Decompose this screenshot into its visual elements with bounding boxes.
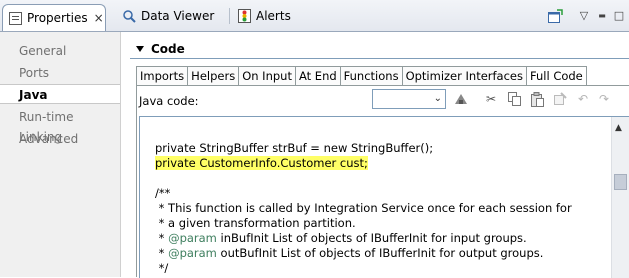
code-tab-strip: Imports Helpers On Input At End Function… <box>136 66 587 87</box>
nav-item-java[interactable]: Java <box>0 84 120 104</box>
tab-on-input[interactable]: On Input <box>238 66 295 86</box>
tab-data-viewer[interactable]: Data Viewer <box>116 4 214 28</box>
properties-nav: General Ports Java Run-time Linking Adva… <box>0 32 121 277</box>
code-dropdown[interactable]: ⌄ <box>372 89 446 109</box>
maximize-icon[interactable]: □ <box>611 8 627 23</box>
highlighted-code: private CustomerInfo.Customer cust; <box>155 156 368 170</box>
code-line-prefix: * <box>155 246 169 260</box>
code-line: * @param inBufInit List of objects of IB… <box>155 231 572 246</box>
tab-separator <box>229 8 230 24</box>
code-line: private StringBuffer strBuf = new String… <box>155 141 572 156</box>
nav-item-run-time-linking[interactable]: Run-time Linking <box>0 107 120 144</box>
cut-icon[interactable]: ✂ <box>483 91 499 107</box>
minimize-icon[interactable]: ▬ <box>594 8 610 23</box>
code-line-text: private StringBuffer strBuf = new String… <box>155 141 434 155</box>
tab-alerts-label: Alerts <box>256 9 291 23</box>
vertical-scrollbar[interactable]: ▲ <box>611 117 629 278</box>
tab-data-viewer-label: Data Viewer <box>141 9 215 23</box>
code-line: private CustomerInfo.Customer cust; <box>155 156 572 171</box>
close-tab-icon[interactable]: × <box>94 11 104 25</box>
code-line-prefix: * <box>155 231 169 245</box>
tab-functions[interactable]: Functions <box>339 66 402 86</box>
data-viewer-icon <box>123 10 136 23</box>
javadoc-tag: @param <box>168 246 217 260</box>
undo-icon[interactable]: ↶ <box>575 91 591 107</box>
code-line: /** <box>155 186 572 201</box>
code-line-text: /** <box>155 186 171 200</box>
chevron-down-icon: ⌄ <box>433 93 442 104</box>
javadoc-tag: @param <box>168 231 217 245</box>
scroll-up-icon[interactable]: ▲ <box>615 123 622 133</box>
tab-imports[interactable]: Imports <box>136 66 188 86</box>
editor-toolbar: Java code: ⌄ ✂ ↶ ↷ <box>137 86 629 114</box>
tab-at-end[interactable]: At End <box>294 66 340 86</box>
code-line-text: * This function is called by Integration… <box>155 201 572 215</box>
nav-item-ports[interactable]: Ports <box>0 63 120 83</box>
section-divider <box>130 58 629 59</box>
tab-properties-label: Properties <box>27 11 88 25</box>
tab-properties[interactable]: Properties × <box>2 4 106 31</box>
collapse-triangle-icon <box>136 46 144 52</box>
new-window-icon[interactable] <box>547 8 563 23</box>
tab-alerts[interactable]: Alerts <box>232 4 291 28</box>
code-editor[interactable]: private StringBuffer strBuf = new String… <box>139 116 629 278</box>
tab-helpers[interactable]: Helpers <box>187 66 239 86</box>
nav-item-general[interactable]: General <box>0 41 120 61</box>
code-line: * @param outBufInit List of objects of I… <box>155 246 572 261</box>
clear-icon[interactable] <box>552 91 568 107</box>
copy-icon[interactable] <box>507 91 523 107</box>
paste-icon[interactable] <box>529 91 545 107</box>
code-section-header[interactable]: Code <box>136 42 185 56</box>
view-tab-bar: Properties × Data Viewer Alerts ▽ ▬ □ <box>0 0 629 32</box>
format-code-icon[interactable] <box>453 91 469 107</box>
code-line: * This function is called by Integration… <box>155 201 572 216</box>
code-text: private StringBuffer strBuf = new String… <box>155 141 572 276</box>
code-line-text: */ <box>155 261 169 275</box>
full-code-panel: Java code: ⌄ ✂ ↶ ↷ private StringBuffer … <box>136 85 629 278</box>
java-code-label: Java code: <box>139 94 199 108</box>
code-line-rest: inBufInit List of objects of IBufferInit… <box>216 231 527 245</box>
tab-optimizer-interfaces[interactable]: Optimizer Interfaces <box>401 66 526 86</box>
code-line: */ <box>155 261 572 276</box>
code-line-rest: outBufInit List of objects of IBufferIni… <box>216 246 544 260</box>
view-menu-icon[interactable]: ▽ <box>576 8 592 23</box>
code-line: * a given transformation partition. <box>155 216 572 231</box>
tab-full-code[interactable]: Full Code <box>526 66 587 87</box>
section-title: Code <box>151 42 185 56</box>
alerts-icon <box>238 9 251 23</box>
nav-item-advanced[interactable]: Advanced <box>0 129 120 149</box>
properties-icon <box>9 11 22 25</box>
redo-icon[interactable]: ↷ <box>596 91 612 107</box>
code-line-text: * a given transformation partition. <box>155 216 356 230</box>
scroll-thumb[interactable] <box>614 174 627 190</box>
